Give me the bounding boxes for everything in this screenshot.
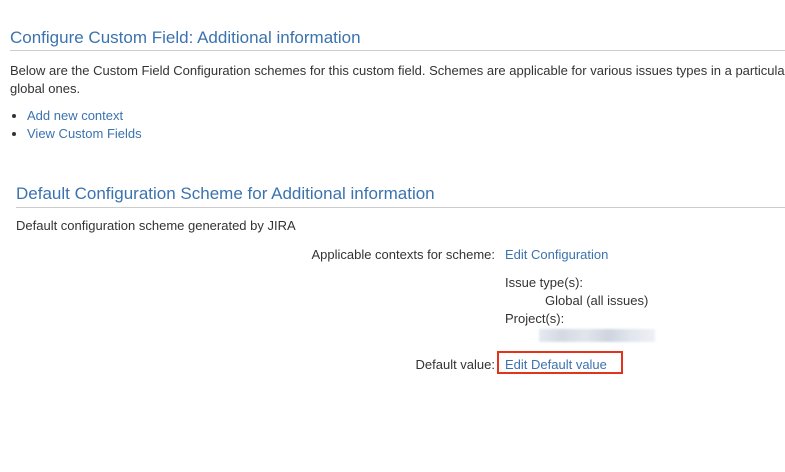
add-new-context-link[interactable]: Add new context (27, 108, 123, 123)
list-item: View Custom Fields (10, 125, 142, 143)
title-divider (10, 50, 785, 51)
highlight-box (497, 351, 623, 374)
scheme-description: Default configuration scheme generated b… (16, 218, 296, 233)
default-value-label: Default value: (415, 357, 496, 372)
page-description-continued: global ones. (10, 81, 81, 96)
bullet-icon (12, 132, 16, 136)
redacted-project-name (539, 329, 655, 342)
list-item: Add new context (10, 107, 142, 125)
projects-label: Project(s): (505, 311, 565, 326)
view-custom-fields-link[interactable]: View Custom Fields (27, 126, 142, 141)
page-description: Below are the Custom Field Configuration… (10, 63, 785, 78)
scheme-title: Default Configuration Scheme for Additio… (16, 184, 435, 203)
bullet-icon (12, 114, 16, 118)
custom-field-config-page: Configure Custom Field: Additional infor… (0, 0, 785, 472)
action-links: Add new context View Custom Fields (10, 107, 142, 143)
scheme-divider (16, 207, 785, 208)
applicable-contexts-label: Applicable contexts for scheme: (311, 247, 495, 262)
issue-types-label: Issue type(s): (505, 275, 584, 290)
issue-types-value: Global (all issues) (545, 293, 649, 308)
page-title: Configure Custom Field: Additional infor… (10, 28, 361, 47)
edit-configuration-link[interactable]: Edit Configuration (505, 247, 608, 263)
